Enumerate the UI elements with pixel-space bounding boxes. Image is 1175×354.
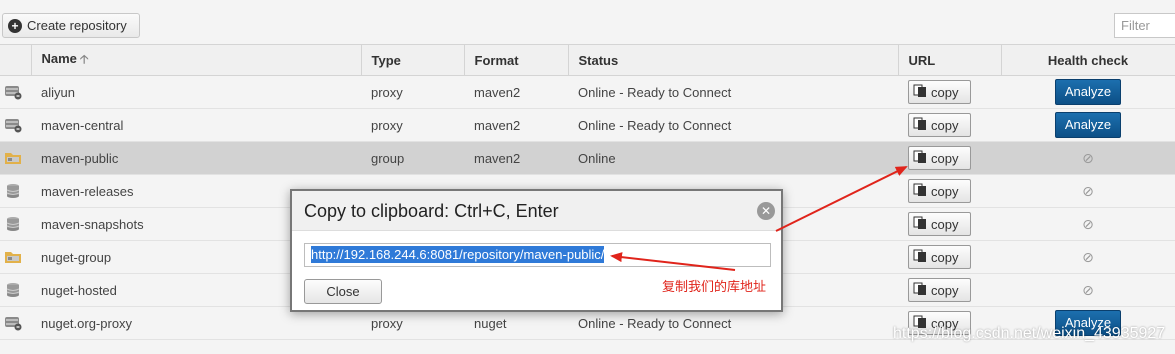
- proxy-server-icon: [4, 117, 22, 133]
- copy-label: copy: [931, 117, 959, 133]
- hosted-db-icon: [4, 282, 22, 298]
- copy-label: copy: [931, 282, 959, 298]
- not-available-icon: ⊘: [1082, 281, 1094, 298]
- repo-type-cell: [0, 273, 31, 307]
- url-cell: copy: [898, 207, 1001, 241]
- copy-url-button[interactable]: copy: [908, 245, 971, 269]
- copy-url-button[interactable]: copy: [908, 113, 971, 137]
- table-header-row: Name 🡡 Type Format Status URL Health chec…: [0, 44, 1175, 76]
- repo-type-cell: [0, 306, 31, 340]
- copy-url-button[interactable]: copy: [908, 212, 971, 236]
- copy-icon: [913, 84, 927, 101]
- copy-label: copy: [931, 183, 959, 199]
- copy-icon: [913, 117, 927, 134]
- repo-type-cell: [0, 207, 31, 241]
- copy-url-button[interactable]: copy: [908, 179, 971, 203]
- repo-type: group: [361, 141, 464, 175]
- table-row[interactable]: maven-central proxy maven2 Online - Read…: [0, 108, 1175, 142]
- url-cell: copy: [898, 174, 1001, 208]
- proxy-server-icon: [4, 315, 22, 331]
- toolbar: + Create repository: [0, 0, 1175, 44]
- hosted-db-icon: [4, 216, 22, 232]
- plus-icon: +: [8, 18, 22, 33]
- not-available-icon: ⊘: [1082, 182, 1094, 199]
- repo-format: maven2: [464, 108, 568, 142]
- url-cell: copy: [898, 75, 1001, 109]
- close-icon[interactable]: ✕: [757, 202, 775, 220]
- health-check-cell: Analyze: [1001, 108, 1175, 142]
- not-available-icon: ⊘: [1082, 248, 1094, 265]
- sort-ascending-icon: 🡡: [79, 51, 89, 66]
- health-check-cell: ⊘: [1001, 240, 1175, 274]
- copy-url-button[interactable]: copy: [908, 278, 971, 302]
- url-column-header[interactable]: URL: [898, 44, 1002, 76]
- url-cell: copy: [898, 273, 1001, 307]
- annotation-text: 复制我们的库地址: [662, 280, 767, 295]
- health-check-cell: ⊘: [1001, 273, 1175, 307]
- copy-label: copy: [931, 249, 959, 265]
- copy-url-button[interactable]: copy: [908, 80, 971, 104]
- status-column-header[interactable]: Status: [568, 44, 899, 76]
- repo-type-cell: [0, 75, 31, 109]
- not-available-icon: ⊘: [1082, 149, 1094, 166]
- copy-icon: [913, 249, 927, 266]
- repo-type: proxy: [361, 108, 464, 142]
- copy-icon: [913, 183, 927, 200]
- repo-type-cell: [0, 240, 31, 274]
- group-folder-icon: [4, 150, 22, 165]
- copy-label: copy: [931, 216, 959, 232]
- copy-label: copy: [931, 150, 959, 166]
- watermark: https://blog.csdn.net/weixin_43935927: [893, 325, 1166, 342]
- repo-format: maven2: [464, 141, 568, 175]
- table-row[interactable]: maven-public group maven2 Online copy ⊘: [0, 141, 1175, 175]
- health-check-cell: ⊘: [1001, 174, 1175, 208]
- repo-format: maven2: [464, 75, 568, 109]
- copy-icon: [913, 282, 927, 299]
- copy-label: copy: [931, 84, 959, 100]
- create-repository-button[interactable]: + Create repository: [2, 13, 140, 38]
- not-available-icon: ⊘: [1082, 215, 1094, 232]
- table-row[interactable]: aliyun proxy maven2 Online - Ready to Co…: [0, 75, 1175, 109]
- selected-url-text[interactable]: http://192.168.244.6:8081/repository/mav…: [311, 246, 605, 263]
- repo-status: Online: [568, 141, 898, 175]
- name-column-header[interactable]: Name 🡡: [31, 44, 362, 76]
- format-column-header[interactable]: Format: [464, 44, 569, 76]
- health-check-cell: Analyze: [1001, 75, 1175, 109]
- repo-status: Online - Ready to Connect: [568, 108, 898, 142]
- repo-name: maven-public: [31, 141, 361, 175]
- type-column-header[interactable]: Type: [361, 44, 465, 76]
- create-repository-label: Create repository: [27, 18, 127, 33]
- health-check-cell: ⊘: [1001, 207, 1175, 241]
- repo-type-cell: [0, 108, 31, 142]
- repo-name: maven-central: [31, 108, 361, 142]
- dialog-title: Copy to clipboard: Ctrl+C, Enter: [304, 201, 559, 221]
- repo-type: proxy: [361, 75, 464, 109]
- group-folder-icon: [4, 249, 22, 264]
- analyze-button[interactable]: Analyze: [1055, 112, 1121, 138]
- health-check-column-header[interactable]: Health check: [1001, 44, 1175, 76]
- close-button[interactable]: Close: [304, 279, 382, 304]
- repo-name: aliyun: [31, 75, 361, 109]
- url-cell: copy: [898, 141, 1001, 175]
- copy-url-button[interactable]: copy: [908, 146, 971, 170]
- url-cell: copy: [898, 240, 1001, 274]
- hosted-db-icon: [4, 183, 22, 199]
- repo-type-cell: [0, 141, 31, 175]
- icon-column-header: [0, 44, 32, 76]
- repo-type-cell: [0, 174, 31, 208]
- health-check-cell: ⊘: [1001, 141, 1175, 175]
- copy-icon: [913, 216, 927, 233]
- url-cell: copy: [898, 108, 1001, 142]
- repository-url-field[interactable]: http://192.168.244.6:8081/repository/mav…: [304, 243, 771, 267]
- proxy-server-icon: [4, 84, 22, 100]
- copy-icon: [913, 150, 927, 167]
- repo-status: Online - Ready to Connect: [568, 75, 898, 109]
- analyze-button[interactable]: Analyze: [1055, 79, 1121, 105]
- filter-input[interactable]: [1114, 13, 1175, 38]
- dialog-header: Copy to clipboard: Ctrl+C, Enter ✕: [292, 191, 781, 231]
